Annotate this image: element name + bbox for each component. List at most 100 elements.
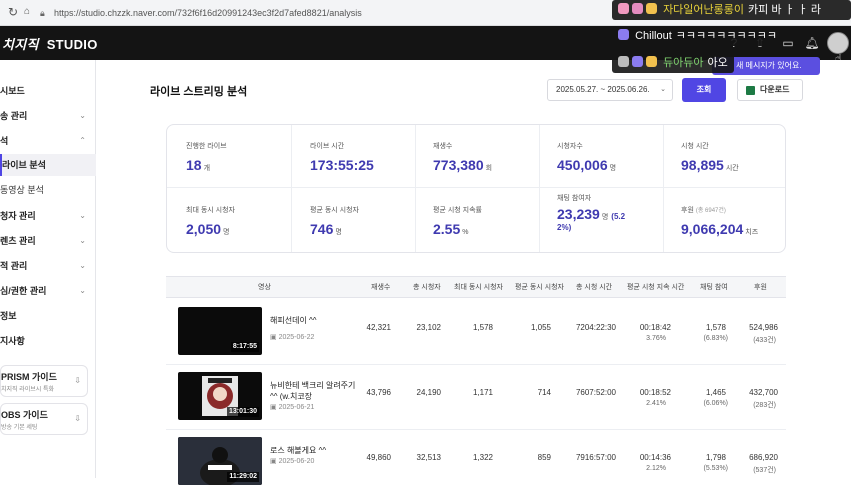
avatar[interactable] xyxy=(827,32,849,54)
sidebar-item-analysis[interactable]: 석 ⌃ xyxy=(0,130,96,152)
stat-avg-concurrent: 평균 동시 시청자 746 명 xyxy=(310,205,428,237)
stat-unit: % xyxy=(462,229,469,236)
table-row[interactable]: 8:17:55 해피선데이 ^^ ▣ 2025-06-22 42,321 23,… xyxy=(166,299,786,365)
prism-guide-card[interactable]: PRISM 가이드 치지직 라이브시 특화 ⇩ xyxy=(0,365,88,397)
emoji-icon xyxy=(632,3,643,14)
cell-avg-rate: 2.12% xyxy=(646,465,666,472)
chat-nick: 듀아듀아 xyxy=(663,57,704,69)
video-date-text: 2025-06-20 xyxy=(278,458,315,465)
video-duration: 13:01:30 xyxy=(226,407,259,417)
column-header[interactable]: 총 시청자 xyxy=(413,277,441,299)
sidebar-item-viewer-management[interactable]: 청자 관리 ⌄ xyxy=(0,205,96,227)
video-title[interactable]: 해피선데이 ^^ xyxy=(270,315,356,326)
stat-watch-time: 시청 시간 98,895 시간 xyxy=(681,141,799,173)
video-date: ▣ 2025-06-20 xyxy=(270,457,314,465)
column-header[interactable]: 총 시청 시간 xyxy=(576,277,612,299)
sidebar-item-broadcast[interactable]: 송 관리 ⌄ xyxy=(0,105,96,127)
sidebar-item-contents-management[interactable]: 렌츠 관리 ⌄ xyxy=(0,230,96,252)
stat-label: 최대 동시 시청자 xyxy=(186,207,235,214)
address-bar[interactable]: 🔒︎ https://studio.chzzk.naver.com/732f6f1… xyxy=(40,4,600,22)
column-header[interactable]: 재생수 xyxy=(371,277,390,299)
video-date: ▣ 2025-06-21 xyxy=(270,403,314,411)
sidebar-item-notice[interactable]: 지사항 xyxy=(0,330,96,352)
chat-message-1: 자다일어난롱롱이 카피 바 ㅏ ㅏ 라 xyxy=(612,0,851,20)
excel-icon xyxy=(746,86,755,95)
column-header[interactable]: 영상 xyxy=(258,277,271,299)
stat-unit: 명 xyxy=(601,214,609,221)
chat-nick: 자다일어난롱롱이 xyxy=(663,4,745,16)
cell-viewers: 24,190 xyxy=(416,388,441,397)
column-header[interactable]: 평균 시청 지속 시간 xyxy=(627,277,684,299)
date-range-select[interactable]: 2025.05.27. ~ 2025.06.26. ⌄ xyxy=(547,79,673,101)
cell-avg-watch-time: 00:14:36 xyxy=(639,453,671,462)
cell-avg-watch-time: 00:18:52 xyxy=(639,388,671,397)
stat-unit: 개 xyxy=(203,165,211,172)
column-header[interactable]: 채팅 참여 xyxy=(700,277,728,299)
emoji-icon xyxy=(646,56,657,67)
sidebar-item-label: 지사항 xyxy=(0,336,25,346)
cell-avg-concurrent: 859 xyxy=(537,453,551,462)
search-button[interactable]: 조회 xyxy=(682,78,726,102)
stat-value: 18 xyxy=(186,157,202,173)
table-header: 영상 재생수 총 시청자 최대 동시 시청자 평균 동시 시청자 총 시청 시간… xyxy=(166,276,786,298)
stat-value: 23,239 xyxy=(557,206,600,222)
guide-title: PRISM 가이드 xyxy=(1,372,57,382)
stat-extra-2: 2%) xyxy=(557,223,572,232)
cell-chat: 1,578 xyxy=(705,323,726,332)
table-row[interactable]: 11:29:02 로스 해볼게요 ^^ ▣ 2025-06-20 49,860 … xyxy=(166,429,786,495)
cell-max-concurrent: 1,171 xyxy=(472,388,493,397)
chevron-down-icon: ⌄ xyxy=(79,236,86,245)
table-row[interactable]: 13:01:30 뉴비한테 백크리 알려주기 ^^ (w.치코장 ▣ 2025-… xyxy=(166,364,786,430)
home-icon[interactable]: ⌂ xyxy=(18,3,36,21)
stat-chat-participants: 채팅 참여자 23,239 명 (5.2 2%) xyxy=(557,193,675,232)
sidebar-item-live-analysis[interactable]: 라이브 분석 xyxy=(0,154,96,176)
column-header[interactable]: 평균 동시 시청자 xyxy=(515,277,564,299)
cell-avg-concurrent: 714 xyxy=(537,388,551,397)
stat-value: 773,380 xyxy=(433,157,484,173)
stat-label-small: (총 6947건) xyxy=(695,208,726,214)
sidebar-item-video-analysis[interactable]: 동영상 분석 xyxy=(0,179,96,201)
column-header[interactable]: 최대 동시 시청자 xyxy=(454,277,503,299)
video-thumbnail[interactable]: 13:01:30 xyxy=(178,372,262,420)
sidebar-item-revenue-management[interactable]: 적 관리 ⌄ xyxy=(0,255,96,277)
tooltip-text: 새 메시지가 있어요. xyxy=(736,61,802,70)
cell-donation-count: (433건) xyxy=(753,337,776,344)
video-title[interactable]: 뉴비한테 백크리 알려주기 ^^ (w.치코장 xyxy=(270,380,356,402)
sidebar-item-label: 정보 xyxy=(0,311,17,321)
video-title[interactable]: 로스 해볼게요 ^^ xyxy=(270,445,356,456)
video-duration: 11:29:02 xyxy=(227,472,259,482)
emoji-icon xyxy=(618,56,629,67)
cell-chat-rate: (6.83%) xyxy=(703,335,728,342)
video-date-text: 2025-06-22 xyxy=(278,334,315,341)
download-icon: ⇩ xyxy=(74,376,81,385)
sidebar-item-dashboard[interactable]: 시보드 xyxy=(0,80,96,102)
stat-value: 450,006 xyxy=(557,157,608,173)
cell-plays: 43,796 xyxy=(366,388,391,397)
cell-watch-time: 7204:22:30 xyxy=(575,323,616,332)
sidebar-item-permission-management[interactable]: 심/권한 관리 ⌄ xyxy=(0,280,96,302)
stat-value: 746 xyxy=(310,221,334,237)
stat-label: 후원 xyxy=(681,207,694,214)
stat-avg-retention: 평균 시청 지속률 2.55% xyxy=(433,205,551,237)
stat-unit: 회 xyxy=(485,165,493,172)
guide-title: OBS 가이드 xyxy=(1,410,48,420)
cell-max-concurrent: 1,322 xyxy=(472,453,493,462)
cell-max-concurrent: 1,578 xyxy=(472,323,493,332)
obs-guide-card[interactable]: OBS 가이드 방송 기본 세팅 ⇩ xyxy=(0,403,88,435)
stat-label: 재생수 xyxy=(433,143,453,150)
chat-message-2: Chillout ㅋㅋㅋㅋㅋㅋㅋㅋㅋㅋ xyxy=(612,26,783,46)
download-button[interactable]: 다운로드 xyxy=(737,79,803,101)
cell-plays: 49,860 xyxy=(366,453,391,462)
cell-plays: 42,321 xyxy=(366,323,391,332)
chat-message-3: 듀아듀아 아오 xyxy=(612,53,734,73)
cell-watch-time: 7916:57:00 xyxy=(575,453,616,462)
column-header[interactable]: 후원 xyxy=(754,277,767,299)
video-thumbnail[interactable]: 8:17:55 xyxy=(178,307,262,355)
sidebar-item-info[interactable]: 정보 xyxy=(0,305,96,327)
chevron-down-icon: ⌄ xyxy=(79,261,86,270)
cell-chat-rate: (5.53%) xyxy=(703,465,728,472)
bell-icon[interactable]: 🔔︎ xyxy=(804,35,820,51)
video-date: ▣ 2025-06-22 xyxy=(270,333,314,341)
cell-watch-time: 7607:52:00 xyxy=(575,388,616,397)
logo[interactable]: 치지직 STUDIO xyxy=(2,34,98,53)
